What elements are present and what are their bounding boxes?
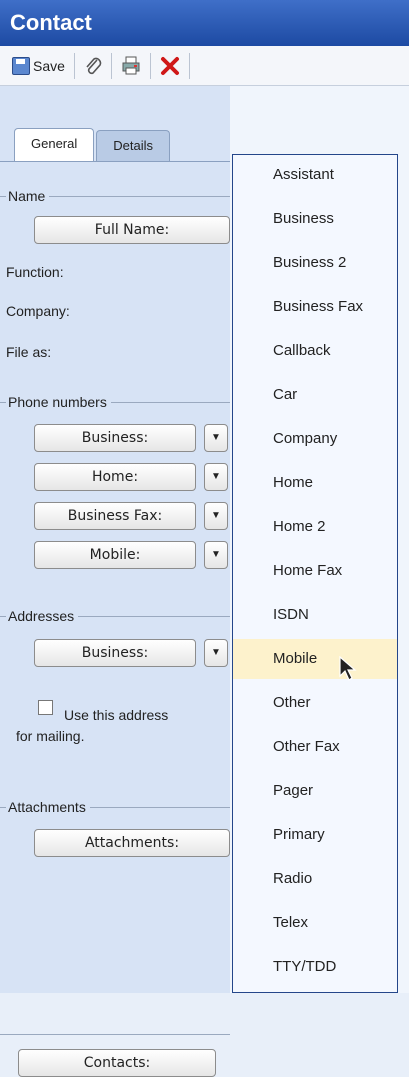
- company-label: Company:: [6, 303, 70, 319]
- toolbar: Save: [0, 46, 409, 86]
- mailing-address-checkbox[interactable]: [38, 700, 53, 715]
- menu-item-primary[interactable]: Primary: [233, 815, 397, 855]
- toolbar-separator: [73, 52, 75, 79]
- tab-strip: General Details: [14, 128, 170, 162]
- tab-divider: [0, 161, 230, 162]
- mailing-checkbox-label: Use this address: [64, 707, 169, 723]
- delete-x-icon: [160, 56, 179, 75]
- menu-item-other-fax[interactable]: Other Fax: [233, 727, 397, 767]
- mobile-phone-dropdown[interactable]: ▼: [204, 541, 228, 569]
- business-address-button[interactable]: Business:: [34, 639, 196, 667]
- section-title-attachments: Attachments: [8, 799, 86, 815]
- section-title-phone: Phone numbers: [8, 394, 107, 410]
- mobile-phone-button[interactable]: Mobile:: [34, 541, 196, 569]
- chevron-down-icon: ▼: [211, 471, 221, 482]
- home-phone-dropdown[interactable]: ▼: [204, 463, 228, 491]
- delete-button[interactable]: [154, 51, 186, 81]
- phone-section-header: Phone numbers: [0, 392, 230, 412]
- business-address-dropdown[interactable]: ▼: [204, 639, 228, 667]
- menu-item-assistant[interactable]: Assistant: [233, 155, 397, 195]
- function-label: Function:: [6, 264, 64, 280]
- chevron-down-icon: ▼: [211, 432, 221, 443]
- save-icon: [12, 56, 30, 75]
- menu-item-tty-tdd[interactable]: TTY/TDD: [233, 947, 397, 987]
- menu-item-home-fax[interactable]: Home Fax: [233, 551, 397, 591]
- attach-button[interactable]: [78, 51, 108, 81]
- footer-divider: [0, 1034, 230, 1035]
- toolbar-separator: [188, 52, 190, 79]
- tab-details[interactable]: Details: [96, 130, 170, 162]
- business-fax-dropdown[interactable]: ▼: [204, 502, 228, 530]
- section-title-name: Name: [8, 188, 46, 204]
- save-label: Save: [33, 57, 65, 74]
- menu-item-mobile[interactable]: Mobile: [233, 639, 397, 679]
- left-pane: General Details Name Full Name: Function…: [0, 86, 230, 1077]
- menu-item-isdn[interactable]: ISDN: [233, 595, 397, 635]
- mailing-checkbox-label-continued: for mailing.: [16, 728, 85, 744]
- save-button[interactable]: Save: [6, 51, 71, 81]
- menu-item-other[interactable]: Other: [233, 683, 397, 723]
- menu-item-business-fax[interactable]: Business Fax: [233, 287, 397, 327]
- menu-item-company[interactable]: Company: [233, 419, 397, 459]
- print-button[interactable]: [115, 51, 147, 81]
- business-phone-dropdown[interactable]: ▼: [204, 424, 228, 452]
- menu-item-business[interactable]: Business: [233, 199, 397, 239]
- addresses-section-header: Addresses: [0, 606, 230, 626]
- menu-item-radio[interactable]: Radio: [233, 859, 397, 899]
- chevron-down-icon: ▼: [211, 549, 221, 560]
- menu-item-home-2[interactable]: Home 2: [233, 507, 397, 547]
- home-phone-button[interactable]: Home:: [34, 463, 196, 491]
- business-phone-button[interactable]: Business:: [34, 424, 196, 452]
- menu-item-pager[interactable]: Pager: [233, 771, 397, 811]
- window-title: Contact: [0, 0, 409, 46]
- chevron-down-icon: ▼: [211, 510, 221, 521]
- paperclip-icon: [86, 57, 102, 74]
- chevron-down-icon: ▼: [211, 647, 221, 658]
- mouse-cursor-icon: [339, 656, 357, 681]
- attachments-button[interactable]: Attachments:: [34, 829, 230, 857]
- phone-type-dropdown-menu: Assistant Business Business 2 Business F…: [232, 154, 398, 993]
- printer-icon: [122, 56, 140, 74]
- toolbar-separator: [110, 52, 112, 79]
- menu-item-callback[interactable]: Callback: [233, 331, 397, 371]
- name-section-header: Name: [0, 186, 230, 206]
- tab-general[interactable]: General: [14, 128, 95, 162]
- menu-item-business-2[interactable]: Business 2: [233, 243, 397, 283]
- toolbar-separator: [149, 52, 151, 79]
- contacts-button[interactable]: Contacts:: [18, 1049, 216, 1077]
- business-fax-button[interactable]: Business Fax:: [34, 502, 196, 530]
- menu-item-telex[interactable]: Telex: [233, 903, 397, 943]
- full-name-button[interactable]: Full Name:: [34, 216, 230, 244]
- menu-item-home[interactable]: Home: [233, 463, 397, 503]
- section-title-addresses: Addresses: [8, 608, 75, 624]
- attachments-section-header: Attachments: [0, 797, 230, 817]
- file-as-label: File as:: [6, 344, 52, 360]
- menu-item-car[interactable]: Car: [233, 375, 397, 415]
